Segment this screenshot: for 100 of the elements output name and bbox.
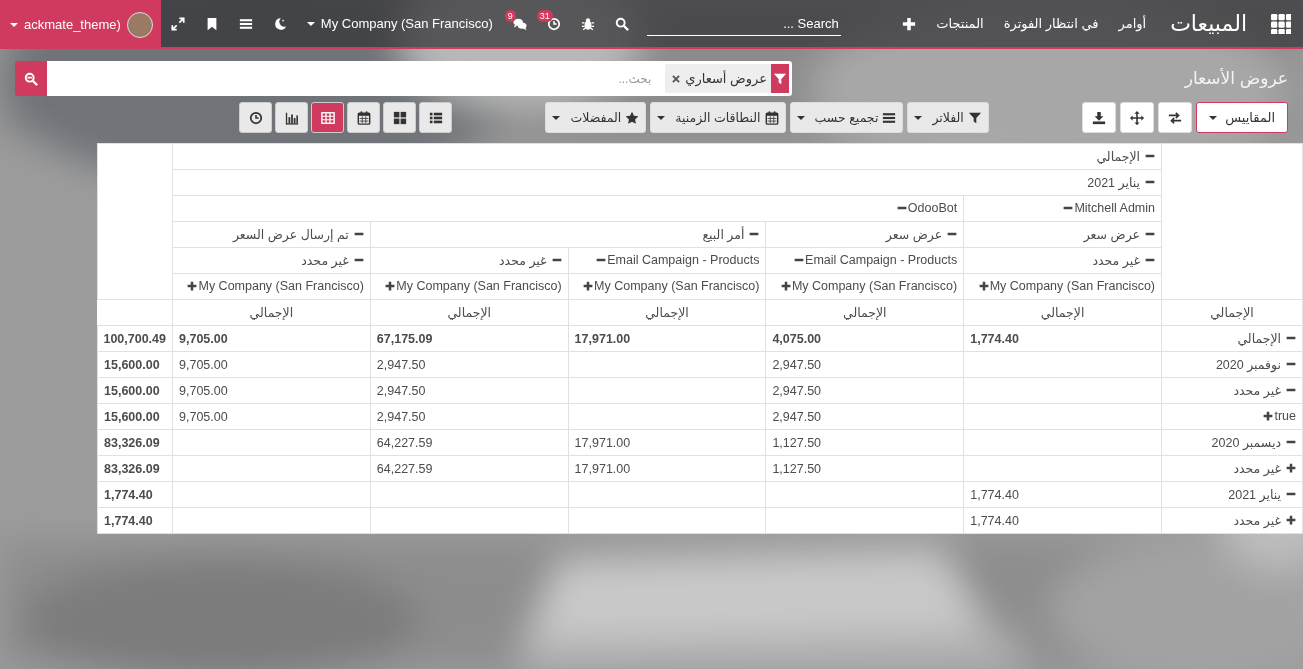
search-button[interactable] [15, 61, 47, 96]
header-cell[interactable]: غير محدد [963, 247, 1162, 274]
header-cell[interactable]: My Company (San Francisco) [963, 273, 1162, 300]
calendar-icon [356, 110, 371, 125]
bars-icon [882, 110, 897, 125]
measure-header[interactable]: الإجمالي [249, 306, 294, 320]
measure-header[interactable]: الإجمالي [843, 306, 887, 320]
value-text: 17,971.00 [574, 461, 631, 476]
messages-count: 9 [504, 9, 516, 22]
header-cell[interactable]: نوفمبر 2020 [1161, 351, 1303, 378]
header-cell[interactable]: عرض سعر [765, 221, 964, 248]
total-text: 1,774.40 [104, 513, 153, 528]
menu-icon [238, 16, 253, 31]
star-icon [625, 110, 640, 125]
search-facet[interactable]: عروض أسعاري [665, 64, 789, 93]
header-cell[interactable]: My Company (San Francisco) [568, 273, 766, 300]
view-switch[interactable] [419, 102, 452, 133]
value-text: 9,705.00 [179, 409, 228, 424]
user-menu[interactable]: ackmate_theme) [0, 0, 161, 49]
header-cell[interactable]: My Company (San Francisco) [765, 273, 964, 300]
total-text: 100,700.49 [103, 331, 166, 346]
caret-icon [552, 115, 561, 120]
header-cell[interactable]: يناير 2021 [1161, 481, 1303, 508]
header-cell[interactable]: Email Campaign - Products [568, 247, 766, 274]
company-switcher[interactable]: My Company (San Francisco) [296, 0, 503, 47]
search-field[interactable]: عروض أسعاري بحث... [47, 61, 792, 96]
filter-dropdown[interactable]: تجميع حسب [789, 102, 904, 133]
measure-header[interactable]: الإجمالي [645, 306, 689, 320]
header-cell[interactable]: true [1161, 403, 1303, 430]
menu-item[interactable]: في انتظار الفوترة [993, 0, 1109, 47]
caret-icon [1209, 115, 1218, 120]
value-text: 1,127.50 [772, 461, 822, 476]
value-text: 9,705.00 [179, 357, 228, 372]
header-cell[interactable]: غير محدد [370, 247, 569, 274]
value-text: 1,774.40 [970, 513, 1019, 528]
view-switch[interactable] [347, 102, 380, 133]
filter-dropdown[interactable]: النطاقات الزمنية [650, 102, 786, 133]
total-text: 83,326.09 [104, 461, 160, 476]
value-text: 2,947.50 [376, 357, 426, 372]
value-text: 1,127.50 [772, 435, 822, 450]
total-text: 15,600.00 [104, 357, 160, 372]
menu-item[interactable]: المنتجات [926, 0, 994, 47]
calendar-icon [764, 110, 779, 125]
value-text: 2,947.50 [376, 383, 426, 398]
filter-icon [773, 71, 787, 86]
value-text: 9,705.00 [179, 383, 228, 398]
measures-button[interactable]: المقاييس [1196, 102, 1288, 133]
value-text: 4,075.00 [772, 331, 822, 346]
clock-icon [248, 110, 263, 125]
view-switch[interactable] [275, 102, 308, 133]
moon-icon [272, 16, 287, 31]
header-cell[interactable]: أمر البيع [370, 221, 766, 248]
flip-axis-button[interactable] [1158, 102, 1193, 133]
view-switch[interactable] [311, 102, 344, 133]
header-cell[interactable]: الإجمالي [1161, 325, 1303, 352]
grid-icon [392, 110, 407, 125]
close-icon [671, 73, 682, 84]
measure-header[interactable]: الإجمالي [1040, 306, 1085, 320]
bar-chart-icon [284, 110, 299, 125]
search-field[interactable]: Search ... [646, 11, 841, 36]
header-cell[interactable]: Mitchell Admin [963, 195, 1162, 222]
total-text: 15,600.00 [104, 409, 160, 424]
download-button[interactable] [1082, 102, 1117, 133]
measure-header[interactable]: الإجمالي [1210, 306, 1254, 320]
caret-icon [306, 21, 315, 26]
value-text: 17,971.00 [574, 331, 631, 346]
header-cell[interactable]: غير محدد [1161, 455, 1303, 482]
value-text: 2,947.50 [772, 357, 822, 372]
header-cell[interactable]: الإجمالي [172, 143, 1162, 170]
value-text: 17,971.00 [574, 435, 631, 450]
caret-icon [657, 115, 666, 120]
view-switch[interactable] [239, 102, 272, 133]
expand-all-button[interactable] [1120, 102, 1155, 133]
activities-button[interactable]: 31 [536, 0, 571, 47]
messages-button[interactable]: 9 [502, 0, 537, 47]
total-text: 15,600.00 [104, 383, 160, 398]
view-switch[interactable] [383, 102, 416, 133]
grid-icon [1271, 13, 1291, 34]
measure-header[interactable]: الإجمالي [447, 306, 491, 320]
caret-icon [796, 115, 805, 120]
arrows-icon [1130, 110, 1145, 125]
activities-count: 31 [536, 9, 553, 22]
menu-item[interactable]: أوامر [1108, 0, 1157, 47]
value-text: 67,175.09 [376, 331, 433, 346]
value-text: 9,705.00 [179, 331, 228, 346]
caret-icon [10, 22, 18, 27]
expand-icon [170, 16, 185, 31]
header-cell[interactable]: Email Campaign - Products [765, 247, 964, 274]
filter-icon [967, 110, 982, 125]
value-text: 1,774.40 [970, 331, 1019, 346]
value-text: 1,774.40 [970, 487, 1019, 502]
header-cell[interactable]: غير محدد [1161, 507, 1303, 534]
download-icon [1092, 110, 1107, 125]
filter-dropdown[interactable]: المفضلات [545, 102, 647, 133]
header-cell[interactable]: غير محدد [1161, 377, 1303, 404]
header-cell[interactable]: ديسمبر 2020 [1161, 429, 1303, 456]
filter-dropdown[interactable]: الفلاتر [907, 102, 989, 133]
header-cell[interactable]: My Company (San Francisco) [370, 273, 569, 300]
header-cell[interactable]: عرض سعر [963, 221, 1162, 248]
total-text: 83,326.09 [104, 435, 160, 450]
